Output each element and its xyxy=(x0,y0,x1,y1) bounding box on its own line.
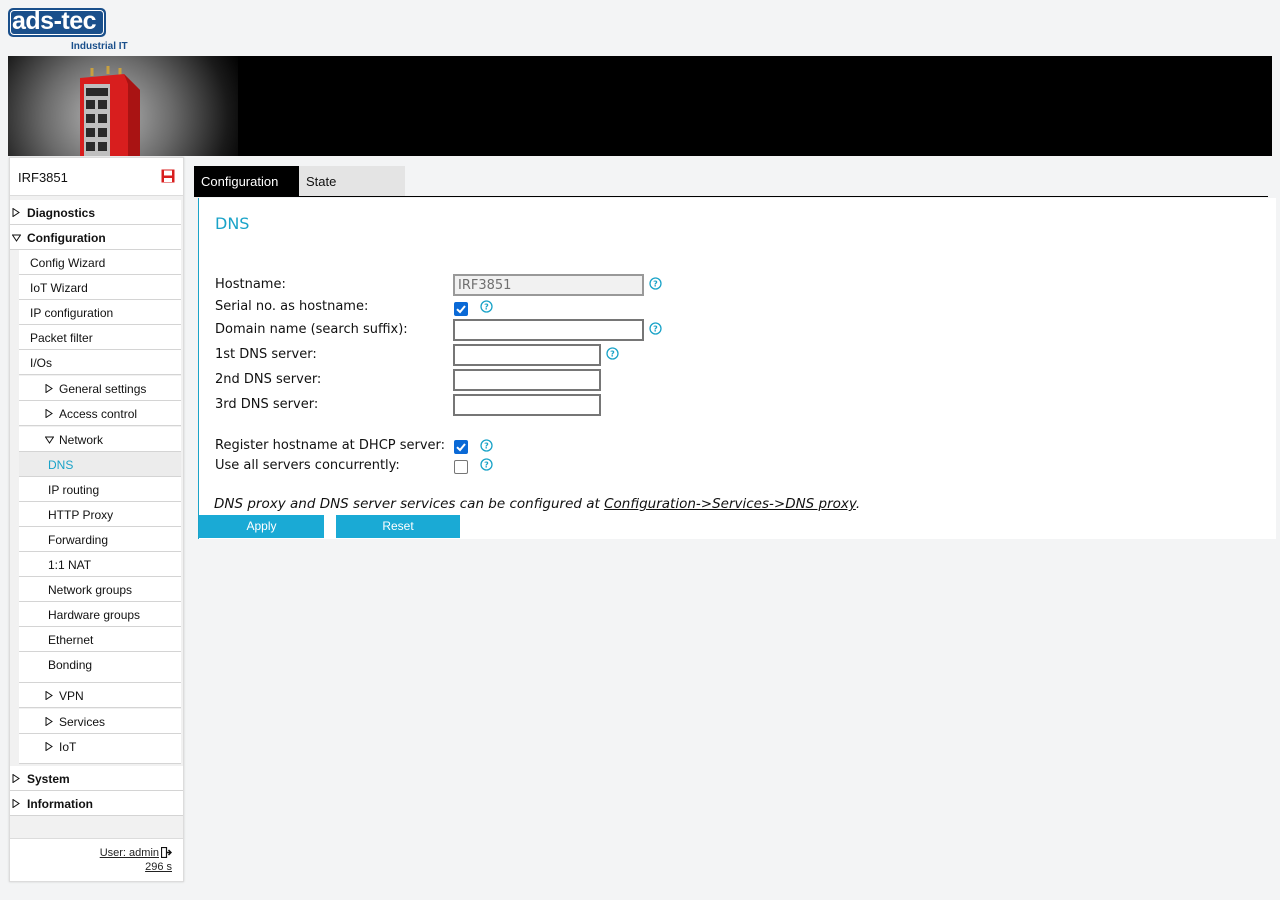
checkmark-icon xyxy=(456,443,466,452)
sidebar-item-1to1-nat[interactable]: 1:1 NAT xyxy=(19,552,181,577)
expand-arrow-icon xyxy=(45,742,53,751)
expand-arrow-icon xyxy=(45,409,53,418)
dns3-input[interactable] xyxy=(453,394,601,416)
dns-proxy-link[interactable]: Configuration->Services->DNS proxy xyxy=(604,496,856,512)
expand-arrow-icon xyxy=(12,208,20,217)
dns1-input[interactable] xyxy=(453,344,601,366)
expand-arrow-icon xyxy=(45,384,53,393)
expand-arrow-icon xyxy=(45,717,53,726)
sidebar-item-iot[interactable]: IoT xyxy=(19,734,181,764)
tab-state[interactable]: State xyxy=(299,166,405,196)
save-icon[interactable] xyxy=(161,169,175,183)
sidebar-item-network-groups[interactable]: Network groups xyxy=(19,577,181,602)
sidebar-item-packet-filter[interactable]: Packet filter xyxy=(19,325,181,350)
sidebar-item-access-control[interactable]: Access control xyxy=(19,401,181,426)
sidebar-item-services[interactable]: Services xyxy=(19,709,181,734)
domain-input[interactable] xyxy=(453,319,644,341)
sidebar-item-ip-configuration[interactable]: IP configuration xyxy=(19,300,181,325)
svg-text:?: ? xyxy=(484,461,489,470)
sidebar-item-forwarding[interactable]: Forwarding xyxy=(19,527,181,552)
sidebar-item-http-proxy[interactable]: HTTP Proxy xyxy=(19,502,181,527)
sidebar-header: IRF3851 xyxy=(10,158,183,196)
register-hostname-label: Register hostname at DHCP server: xyxy=(215,438,446,453)
sidebar-item-diagnostics[interactable]: Diagnostics xyxy=(10,200,181,225)
help-icon[interactable]: ? xyxy=(649,322,662,335)
sidebar-item-configuration[interactable]: Configuration xyxy=(10,225,181,250)
page-title: DNS xyxy=(215,214,250,233)
dns-proxy-note: DNS proxy and DNS server services can be… xyxy=(214,496,861,512)
checkmark-icon xyxy=(456,305,466,314)
serial-hostname-checkbox[interactable] xyxy=(454,302,468,316)
sidebar-item-iot-wizard[interactable]: IoT Wizard xyxy=(19,275,181,300)
help-icon[interactable]: ? xyxy=(480,458,493,471)
logout-icon[interactable] xyxy=(161,847,172,858)
svg-text:?: ? xyxy=(653,280,658,289)
user-link[interactable]: User: admin xyxy=(100,847,159,859)
sidebar-item-ethernet[interactable]: Ethernet xyxy=(19,627,181,652)
router-device-image xyxy=(80,66,140,156)
dns-panel: DNS Hostname: ? Serial no. as hostname: … xyxy=(198,198,1276,539)
tab-divider xyxy=(194,196,1268,197)
dns1-label: 1st DNS server: xyxy=(215,347,317,362)
sidebar-item-hardware-groups[interactable]: Hardware groups xyxy=(19,602,181,627)
reset-button[interactable]: Reset xyxy=(336,515,460,538)
help-icon[interactable]: ? xyxy=(649,277,662,290)
expand-arrow-icon xyxy=(45,691,53,700)
svg-text:?: ? xyxy=(484,442,489,451)
sidebar-footer: User: admin 296 s xyxy=(10,838,183,881)
svg-text:?: ? xyxy=(484,303,489,312)
help-icon[interactable]: ? xyxy=(480,300,493,313)
sidebar-item-ip-routing[interactable]: IP routing xyxy=(19,477,181,502)
sidebar-item-vpn[interactable]: VPN xyxy=(19,683,181,708)
logo-text: ads-tec xyxy=(12,7,97,35)
serial-hostname-label: Serial no. as hostname: xyxy=(215,299,369,314)
tab-configuration[interactable]: Configuration xyxy=(194,166,299,196)
hostname-label: Hostname: xyxy=(215,277,286,292)
sidebar-item-general-settings[interactable]: General settings xyxy=(19,376,181,401)
sidebar-item-information[interactable]: Information xyxy=(10,791,183,816)
help-icon[interactable]: ? xyxy=(480,439,493,452)
collapse-arrow-icon xyxy=(45,436,54,444)
sidebar-item-config-wizard[interactable]: Config Wizard xyxy=(19,250,181,275)
svg-text:?: ? xyxy=(610,350,615,359)
dns3-label: 3rd DNS server: xyxy=(215,397,319,412)
svg-text:?: ? xyxy=(653,325,658,334)
sidebar-item-network[interactable]: Network xyxy=(19,427,181,452)
sidebar-item-system[interactable]: System xyxy=(10,766,183,791)
help-icon[interactable]: ? xyxy=(606,347,619,360)
sidebar: IRF3851 Diagnostics Configuration Config… xyxy=(9,157,184,882)
expand-arrow-icon xyxy=(12,799,20,808)
logo-tagline: Industrial IT xyxy=(71,41,128,52)
collapse-arrow-icon xyxy=(12,234,21,242)
device-name: IRF3851 xyxy=(18,170,68,185)
dns2-input[interactable] xyxy=(453,369,601,391)
apply-button[interactable]: Apply xyxy=(199,515,324,538)
sidebar-item-ios[interactable]: I/Os xyxy=(19,350,181,375)
use-all-servers-checkbox[interactable] xyxy=(454,460,468,474)
session-timer[interactable]: 296 s xyxy=(145,861,172,873)
domain-label: Domain name (search suffix): xyxy=(215,322,408,337)
sidebar-item-dns[interactable]: DNS xyxy=(19,452,181,477)
register-hostname-checkbox[interactable] xyxy=(454,440,468,454)
use-all-servers-label: Use all servers concurrently: xyxy=(215,458,400,473)
dns2-label: 2nd DNS server: xyxy=(215,372,322,387)
adstec-logo: ads-tec Industrial IT xyxy=(8,7,138,54)
sidebar-item-bonding[interactable]: Bonding xyxy=(19,652,181,683)
expand-arrow-icon xyxy=(12,774,20,783)
header-banner xyxy=(8,56,1272,156)
hostname-input[interactable] xyxy=(453,274,644,296)
